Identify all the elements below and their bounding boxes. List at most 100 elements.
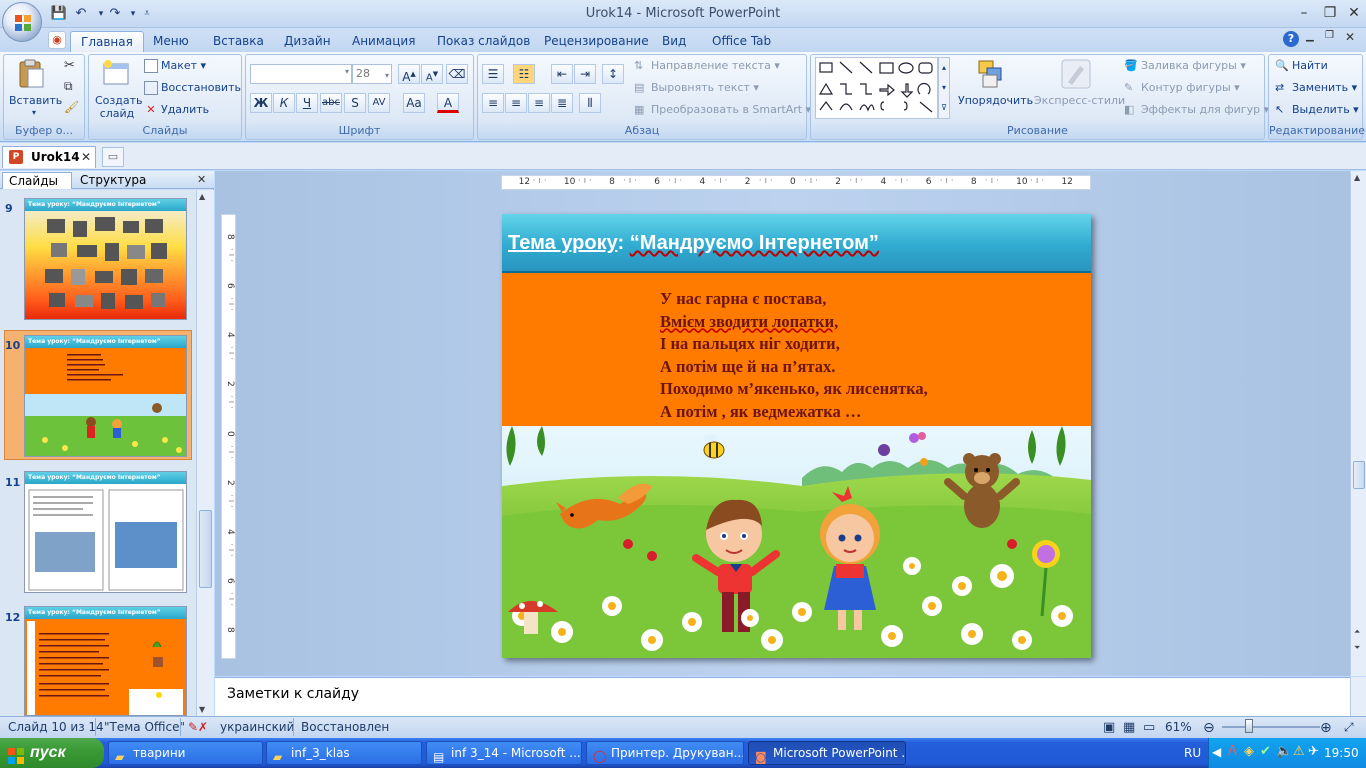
status-language[interactable]: украинский	[220, 720, 294, 734]
slideshow-view-icon[interactable]: ▭	[1143, 720, 1155, 735]
align-right-icon[interactable]: ≡	[528, 93, 550, 113]
new-tab-icon[interactable]: ▭	[102, 147, 124, 167]
shape-outline-button[interactable]: ✎ Контур фигуры ▾	[1124, 81, 1240, 95]
taskbar-item-folder-inf[interactable]: ▰ inf_3_klas	[266, 741, 422, 765]
ribbon-close-icon[interactable]: ✕	[1345, 30, 1355, 44]
tab-slides[interactable]: Слайды	[2, 172, 72, 189]
text-direction-button[interactable]: ⇅ Направление текста ▾	[634, 59, 780, 73]
normal-view-icon[interactable]: ▣	[1103, 720, 1115, 735]
meadow-picture[interactable]	[502, 426, 1091, 658]
shapes-scroll[interactable]: ▴ ▾ ⊽	[938, 57, 950, 119]
justify-icon[interactable]: ≣	[551, 93, 573, 113]
tab-review[interactable]: Рецензирование	[534, 31, 659, 52]
start-button[interactable]: пуск	[0, 738, 104, 768]
status-theme[interactable]: "Тема Office"	[104, 720, 185, 734]
tab-menu[interactable]: Меню	[143, 31, 199, 52]
tray-tools-icon[interactable]: ✈	[1308, 744, 1319, 759]
grow-font-icon[interactable]: A▲	[398, 64, 420, 84]
align-center-icon[interactable]: ≡	[505, 93, 527, 113]
font-color-button[interactable]: A	[437, 93, 459, 113]
scroll-up-icon[interactable]: ▲	[199, 192, 205, 201]
align-left-icon[interactable]: ≡	[482, 93, 504, 113]
slides-panel-scrollbar[interactable]: ▲ ▼	[196, 190, 214, 716]
tab-office-tab[interactable]: Office Tab	[702, 31, 781, 52]
select-button[interactable]: ↖ Выделить ▾	[1275, 103, 1359, 117]
paste-label[interactable]: Вставить	[9, 94, 62, 107]
notes-scrollbar[interactable]	[1350, 677, 1366, 716]
zoom-in-icon[interactable]: ⊕	[1320, 720, 1332, 736]
restore-button[interactable]: ❐	[1318, 4, 1342, 22]
document-tab-close-icon[interactable]: ✕	[81, 147, 91, 167]
zoom-slider[interactable]	[1222, 726, 1320, 728]
new-slide-button[interactable]	[100, 58, 132, 93]
tab-outline[interactable]: Структура	[80, 172, 146, 189]
document-tab[interactable]: P Urok14 ✕	[2, 146, 96, 168]
taskbar-item-opera[interactable]: ◯ Принтер. Друкуван...	[586, 741, 744, 765]
char-spacing-button[interactable]: AV	[368, 93, 390, 113]
slide-canvas[interactable]: Тема уроку: “Мандруємо Інтернетом” У нас…	[502, 214, 1091, 658]
scroll-thumb[interactable]	[199, 510, 212, 588]
shadow-button[interactable]: S	[344, 93, 366, 113]
tray-volume-icon[interactable]: 🔈	[1276, 744, 1292, 759]
taskbar-item-word[interactable]: ▤ inf 3_14 - Microsoft ...	[426, 741, 582, 765]
slide-thumb-10[interactable]: Тема уроку: “Мандруємо Інтернетом”	[24, 335, 187, 457]
scroll-thumb[interactable]	[1353, 461, 1365, 489]
close-button[interactable]: ✕	[1342, 4, 1366, 22]
arrange-label[interactable]: Упорядочить	[958, 94, 1033, 107]
slide-thumb-12[interactable]: Тема уроку: “Мандруємо Інтернетом”	[24, 606, 187, 716]
bold-button[interactable]: Ж	[250, 93, 272, 113]
prev-slide-icon[interactable]: ⏶	[1354, 627, 1360, 637]
tab-view[interactable]: Вид	[652, 31, 696, 52]
tab-insert[interactable]: Вставка	[203, 31, 274, 52]
tab-animation[interactable]: Анимация	[342, 31, 425, 52]
next-slide-icon[interactable]: ⏷	[1354, 643, 1360, 653]
increase-indent-icon[interactable]: ⇥	[574, 64, 596, 84]
delete-slide-button[interactable]: ✕ Удалить	[144, 103, 209, 117]
notes-pane[interactable]	[215, 677, 1350, 716]
zoom-out-icon[interactable]: ⊖	[1203, 720, 1215, 736]
help-icon[interactable]: ?	[1283, 31, 1299, 47]
scroll-up-icon[interactable]: ▲	[1354, 173, 1360, 182]
font-size-dropdown-icon[interactable]: ▾	[385, 67, 389, 85]
zoom-slider-thumb[interactable]	[1245, 719, 1253, 733]
taskbar-item-powerpoint[interactable]: ◙ Microsoft PowerPoint ...	[748, 741, 906, 765]
clear-format-icon[interactable]: ⌫	[446, 64, 468, 84]
main-scrollbar[interactable]: ▲ ⏶ ⏷	[1350, 171, 1366, 676]
shape-fill-button[interactable]: 🪣 Заливка фигуры ▾	[1124, 59, 1246, 73]
scroll-down-icon[interactable]: ▼	[199, 705, 205, 714]
tray-network-icon[interactable]: ◈	[1244, 744, 1254, 759]
language-indicator[interactable]: RU	[1184, 746, 1201, 760]
minimize-button[interactable]: –	[1292, 4, 1316, 22]
slide-thumb-11[interactable]: Тема уроку: “Мандруємо Інтернетом”	[24, 471, 187, 593]
bullets-icon[interactable]: ☰	[482, 64, 504, 84]
tab-slideshow[interactable]: Показ слайдов	[427, 31, 540, 52]
change-case-button[interactable]: Aa	[403, 93, 425, 113]
italic-button[interactable]: К	[273, 93, 295, 113]
line-spacing-icon[interactable]: ↕	[602, 64, 624, 84]
tray-antivirus-icon[interactable]: Λ	[1228, 744, 1237, 759]
slide-sorter-icon[interactable]: ▦	[1123, 720, 1135, 735]
office-button[interactable]	[2, 2, 42, 42]
tab-design[interactable]: Дизайн	[274, 31, 341, 52]
paste-button[interactable]	[15, 58, 47, 93]
reset-button[interactable]: Восстановить	[144, 81, 241, 95]
zoom-level[interactable]: 61%	[1165, 720, 1192, 734]
decrease-indent-icon[interactable]: ⇤	[551, 64, 573, 84]
ribbon-restore-icon[interactable]: ❐	[1325, 30, 1334, 41]
notes-placeholder[interactable]: Заметки к слайду	[227, 686, 359, 702]
spellcheck-icon[interactable]: ✎✗	[188, 720, 208, 734]
tray-shield-icon[interactable]: ⚠	[1293, 744, 1305, 759]
poem-textbox[interactable]: У нас гарна є постава, Вмієм зводити лоп…	[660, 288, 928, 424]
paste-dropdown-icon[interactable]: ▾	[32, 108, 36, 117]
numbering-icon[interactable]: ☷	[513, 64, 535, 84]
find-button[interactable]: 🔍 Найти	[1275, 59, 1328, 73]
tray-expand-icon[interactable]: ◀	[1212, 745, 1221, 759]
slide-thumb-9[interactable]: Тема уроку: “Мандруємо Інтернетом”	[24, 198, 187, 320]
copy-icon[interactable]: ⧉	[64, 79, 73, 94]
columns-icon[interactable]: ⫴	[579, 93, 601, 113]
tab-home[interactable]: Главная	[70, 31, 144, 52]
font-name-dropdown-icon[interactable]: ▾	[345, 67, 349, 76]
layout-button[interactable]: Макет ▾	[144, 59, 206, 73]
underline-button[interactable]: Ч	[296, 93, 318, 113]
shapes-gallery[interactable]	[815, 57, 938, 119]
